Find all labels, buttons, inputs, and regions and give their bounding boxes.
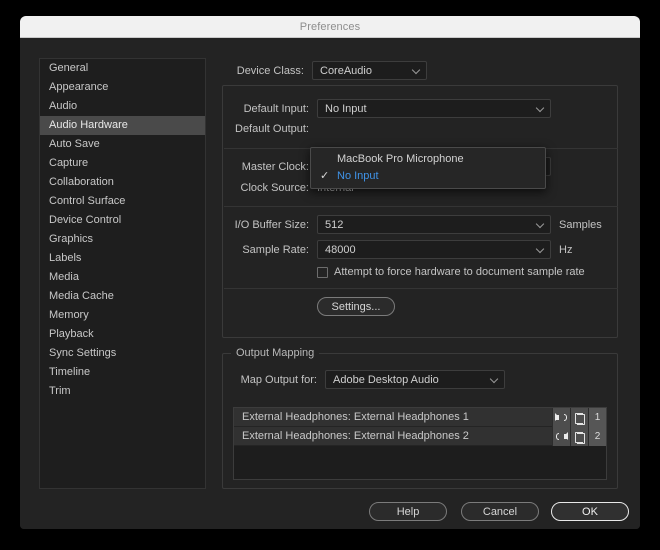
output-mapping-row[interactable]: External Headphones: External Headphones…: [234, 427, 606, 446]
buffer-size-label: I/O Buffer Size:: [234, 218, 309, 231]
default-input-row: Default Input: No Input: [225, 99, 551, 118]
dropdown-option[interactable]: ✓ No Input: [311, 168, 545, 185]
force-hardware-checkbox[interactable]: [317, 266, 328, 278]
preferences-window: Preferences General Appearance Audio Audio …: [20, 16, 640, 529]
audio-hardware-panel: Device Class: CoreAudio Default Input: N…: [218, 58, 622, 489]
force-hardware-checkbox-row[interactable]: Attempt to force hardware to document sa…: [317, 266, 585, 278]
sidebar-item-media-cache[interactable]: Media Cache: [40, 287, 205, 306]
sidebar-item-general[interactable]: General: [40, 59, 205, 78]
dialog-body: General Appearance Audio Audio Hardware Auto…: [20, 38, 640, 529]
channel-pair-button[interactable]: [570, 408, 588, 427]
sidebar-item-audio[interactable]: Audio: [40, 97, 205, 116]
device-class-select[interactable]: CoreAudio: [312, 61, 427, 80]
dropdown-option[interactable]: MacBook Pro Microphone: [311, 151, 545, 168]
output-mapping-row-buttons: 1: [552, 408, 606, 427]
speaker-left-icon: [556, 432, 567, 441]
chevron-down-icon: [537, 105, 544, 112]
sidebar-item-trim[interactable]: Trim: [40, 382, 205, 401]
sidebar-item-sync-settings[interactable]: Sync Settings: [40, 344, 205, 363]
divider: [224, 206, 618, 207]
device-class-label: Device Class:: [236, 64, 304, 77]
sidebar-item-media[interactable]: Media: [40, 268, 205, 287]
divider: [224, 288, 618, 289]
sample-rate-unit: Hz: [559, 243, 573, 256]
dropdown-option-label: MacBook Pro Microphone: [337, 153, 464, 165]
sidebar-item-appearance[interactable]: Appearance: [40, 78, 205, 97]
default-input-dropdown-popup[interactable]: MacBook Pro Microphone ✓ No Input: [310, 147, 546, 189]
clock-source-label: Clock Source:: [240, 182, 309, 194]
sidebar-item-playback[interactable]: Playback: [40, 325, 205, 344]
output-mapping-legend: Output Mapping: [231, 347, 320, 359]
sidebar-item-labels[interactable]: Labels: [40, 249, 205, 268]
window-title: Preferences: [299, 20, 361, 33]
sample-rate-label: Sample Rate:: [242, 243, 309, 256]
output-mapping-row-label: External Headphones: External Headphones…: [242, 411, 469, 423]
help-button[interactable]: Help: [369, 502, 447, 521]
sidebar-item-memory[interactable]: Memory: [40, 306, 205, 325]
cancel-button[interactable]: Cancel: [461, 502, 539, 521]
output-mapping-list[interactable]: External Headphones: External Headphones…: [233, 407, 607, 480]
map-output-row: Map Output for: Adobe Desktop Audio: [227, 370, 505, 389]
preferences-category-list[interactable]: General Appearance Audio Audio Hardware Auto…: [39, 58, 206, 489]
chevron-down-icon: [413, 67, 420, 74]
ok-button[interactable]: OK: [551, 502, 629, 521]
sample-rate-row: Sample Rate: 48000 Hz: [225, 240, 572, 259]
chevron-down-icon: [537, 246, 544, 253]
brackets-icon: [574, 431, 585, 444]
output-mapping-row[interactable]: External Headphones: External Headphones…: [234, 408, 606, 427]
device-class-row: Device Class: CoreAudio: [224, 61, 427, 80]
brackets-icon: [574, 412, 585, 425]
default-output-row: Default Output:: [225, 123, 309, 135]
buffer-size-select[interactable]: 512: [317, 215, 551, 234]
speaker-toggle-button[interactable]: [552, 427, 570, 446]
map-output-value: Adobe Desktop Audio: [333, 373, 439, 386]
speaker-right-icon: [556, 413, 567, 422]
sidebar-item-device-control[interactable]: Device Control: [40, 211, 205, 230]
sidebar-item-control-surface[interactable]: Control Surface: [40, 192, 205, 211]
output-mapping-row-label: External Headphones: External Headphones…: [242, 430, 469, 442]
chevron-down-icon: [537, 221, 544, 228]
dropdown-option-label: No Input: [337, 170, 379, 182]
default-output-label: Default Output:: [235, 123, 309, 135]
chevron-down-icon: [491, 376, 498, 383]
default-input-label: Default Input:: [243, 102, 309, 115]
map-output-select[interactable]: Adobe Desktop Audio: [325, 370, 505, 389]
output-mapping-row-buttons: 2: [552, 427, 606, 446]
window-titlebar: Preferences: [20, 16, 640, 38]
channel-pair-button[interactable]: [570, 427, 588, 446]
master-clock-label: Master Clock:: [241, 160, 309, 173]
sidebar-item-audio-hardware[interactable]: Audio Hardware: [40, 116, 205, 135]
channel-number-button[interactable]: 2: [588, 427, 606, 446]
buffer-size-value: 512: [325, 218, 344, 231]
device-settings-group: Default Input: No Input Default Output: …: [222, 85, 618, 338]
check-icon: ✓: [320, 170, 330, 182]
force-hardware-label: Attempt to force hardware to document sa…: [334, 266, 585, 278]
dialog-footer: Help Cancel OK: [20, 489, 640, 529]
channel-number-button[interactable]: 1: [588, 408, 606, 427]
buffer-size-unit: Samples: [559, 218, 602, 231]
sidebar-item-graphics[interactable]: Graphics: [40, 230, 205, 249]
buffer-size-row: I/O Buffer Size: 512 Samples: [225, 215, 602, 234]
map-output-label: Map Output for:: [240, 373, 317, 386]
sidebar-item-collaboration[interactable]: Collaboration: [40, 173, 205, 192]
speaker-toggle-button[interactable]: [552, 408, 570, 427]
output-mapping-group: Output Mapping Map Output for: Adobe Des…: [222, 347, 618, 489]
device-class-value: CoreAudio: [320, 64, 372, 77]
sample-rate-value: 48000: [325, 243, 356, 256]
sidebar-item-timeline[interactable]: Timeline: [40, 363, 205, 382]
default-input-value: No Input: [325, 102, 367, 115]
sidebar-item-auto-save[interactable]: Auto Save: [40, 135, 205, 154]
settings-button[interactable]: Settings...: [317, 297, 395, 316]
default-input-select[interactable]: No Input: [317, 99, 551, 118]
sample-rate-select[interactable]: 48000: [317, 240, 551, 259]
sidebar-item-capture[interactable]: Capture: [40, 154, 205, 173]
